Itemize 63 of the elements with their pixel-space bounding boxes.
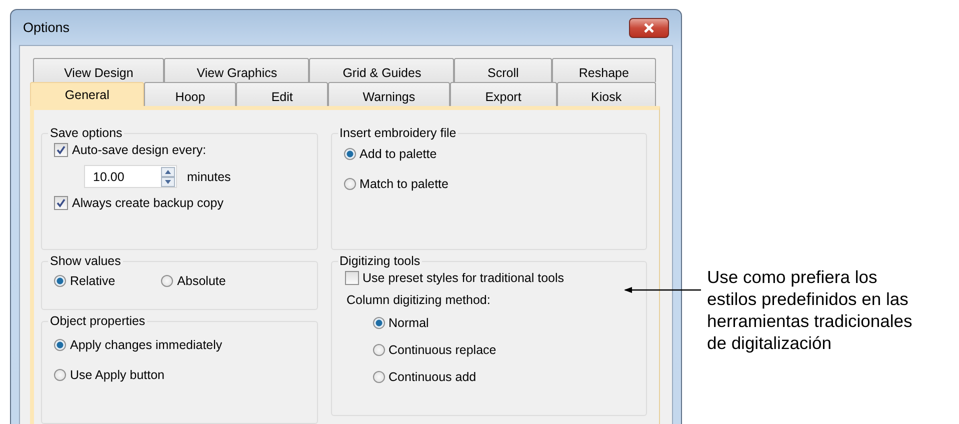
checkmark-icon xyxy=(56,198,66,208)
group-title: Digitizing tools xyxy=(338,254,422,268)
checkbox-label: Always create backup copy xyxy=(72,196,224,210)
group-title: Save options xyxy=(49,126,124,140)
tab[interactable]: Kiosk xyxy=(556,82,656,106)
radio-option[interactable]: Continuous add xyxy=(372,370,636,384)
radio-button[interactable] xyxy=(372,371,385,383)
radio-option[interactable]: Normal xyxy=(372,316,636,330)
checkbox-option[interactable]: Use preset styles for traditional tools xyxy=(344,271,636,285)
group-title: Show values xyxy=(49,254,122,268)
tab[interactable]: Warnings xyxy=(328,82,450,106)
checkbox-option[interactable]: Auto-save design every: xyxy=(54,143,307,157)
radio-label: Add to palette xyxy=(360,147,437,161)
radio-label: Continuous replace xyxy=(388,343,496,357)
radio-label: Use Apply button xyxy=(70,368,165,382)
radio-button[interactable] xyxy=(372,344,385,356)
radio-button[interactable] xyxy=(372,317,385,329)
tab[interactable]: Scroll xyxy=(454,58,552,82)
radio-option[interactable]: Relative xyxy=(54,274,116,288)
tab[interactable]: Edit xyxy=(236,82,328,106)
radio-button[interactable] xyxy=(161,275,174,287)
radio-option[interactable]: Match to palette xyxy=(344,177,636,191)
tab[interactable]: View Graphics xyxy=(164,58,310,82)
radio-label: Absolute xyxy=(177,274,226,288)
checkbox[interactable] xyxy=(344,271,359,285)
radio-label: Continuous add xyxy=(388,370,476,384)
radio-option[interactable]: Continuous replace xyxy=(372,343,636,357)
checkbox[interactable] xyxy=(54,196,68,210)
checkmark-icon xyxy=(56,145,66,155)
tab[interactable]: Export xyxy=(450,82,557,106)
tab[interactable]: Grid & Guides xyxy=(309,58,454,82)
group-title: Object properties xyxy=(49,314,146,328)
field-label: Column digitizing method: xyxy=(346,293,492,307)
tab[interactable]: Hoop xyxy=(144,82,236,106)
callout-text: Use como prefiera los estilos predefinidos en las herramientas tradicionales de digitalización xyxy=(707,266,912,354)
radio-button[interactable] xyxy=(344,148,356,160)
radio-button[interactable] xyxy=(54,339,66,351)
radio-button[interactable] xyxy=(344,178,356,190)
checkbox-label: Auto-save design every: xyxy=(72,143,206,157)
spinner-value: 10.00 xyxy=(93,170,126,184)
tab[interactable]: Reshape xyxy=(552,58,656,82)
radio-option[interactable]: Use Apply button xyxy=(54,368,307,382)
radio-button[interactable] xyxy=(54,369,66,381)
unit-label: minutes xyxy=(187,170,231,184)
checkbox-label: Use preset styles for traditional tools xyxy=(362,271,564,285)
group-title: Insert embroidery file xyxy=(338,126,458,140)
radio-option[interactable]: Absolute xyxy=(161,274,226,288)
spin-arrows-icon[interactable] xyxy=(161,166,175,186)
window-title: Options xyxy=(22,20,70,35)
radio-label: Match to palette xyxy=(360,177,448,191)
radio-option[interactable]: Add to palette xyxy=(344,147,636,161)
close-button[interactable] xyxy=(629,18,669,38)
radio-label: Apply changes immediately xyxy=(70,338,222,352)
close-icon xyxy=(642,22,656,32)
checkbox[interactable] xyxy=(54,143,68,157)
radio-label: Normal xyxy=(388,316,429,330)
radio-button[interactable] xyxy=(54,275,66,287)
radio-option[interactable]: Apply changes immediately xyxy=(54,338,307,352)
tab[interactable]: General xyxy=(30,82,144,106)
checkbox-option[interactable]: Always create backup copy xyxy=(54,196,307,210)
number-spinner[interactable]: 10.00 xyxy=(84,165,177,188)
radio-label: Relative xyxy=(70,274,116,288)
tab[interactable]: View Design xyxy=(33,58,164,82)
